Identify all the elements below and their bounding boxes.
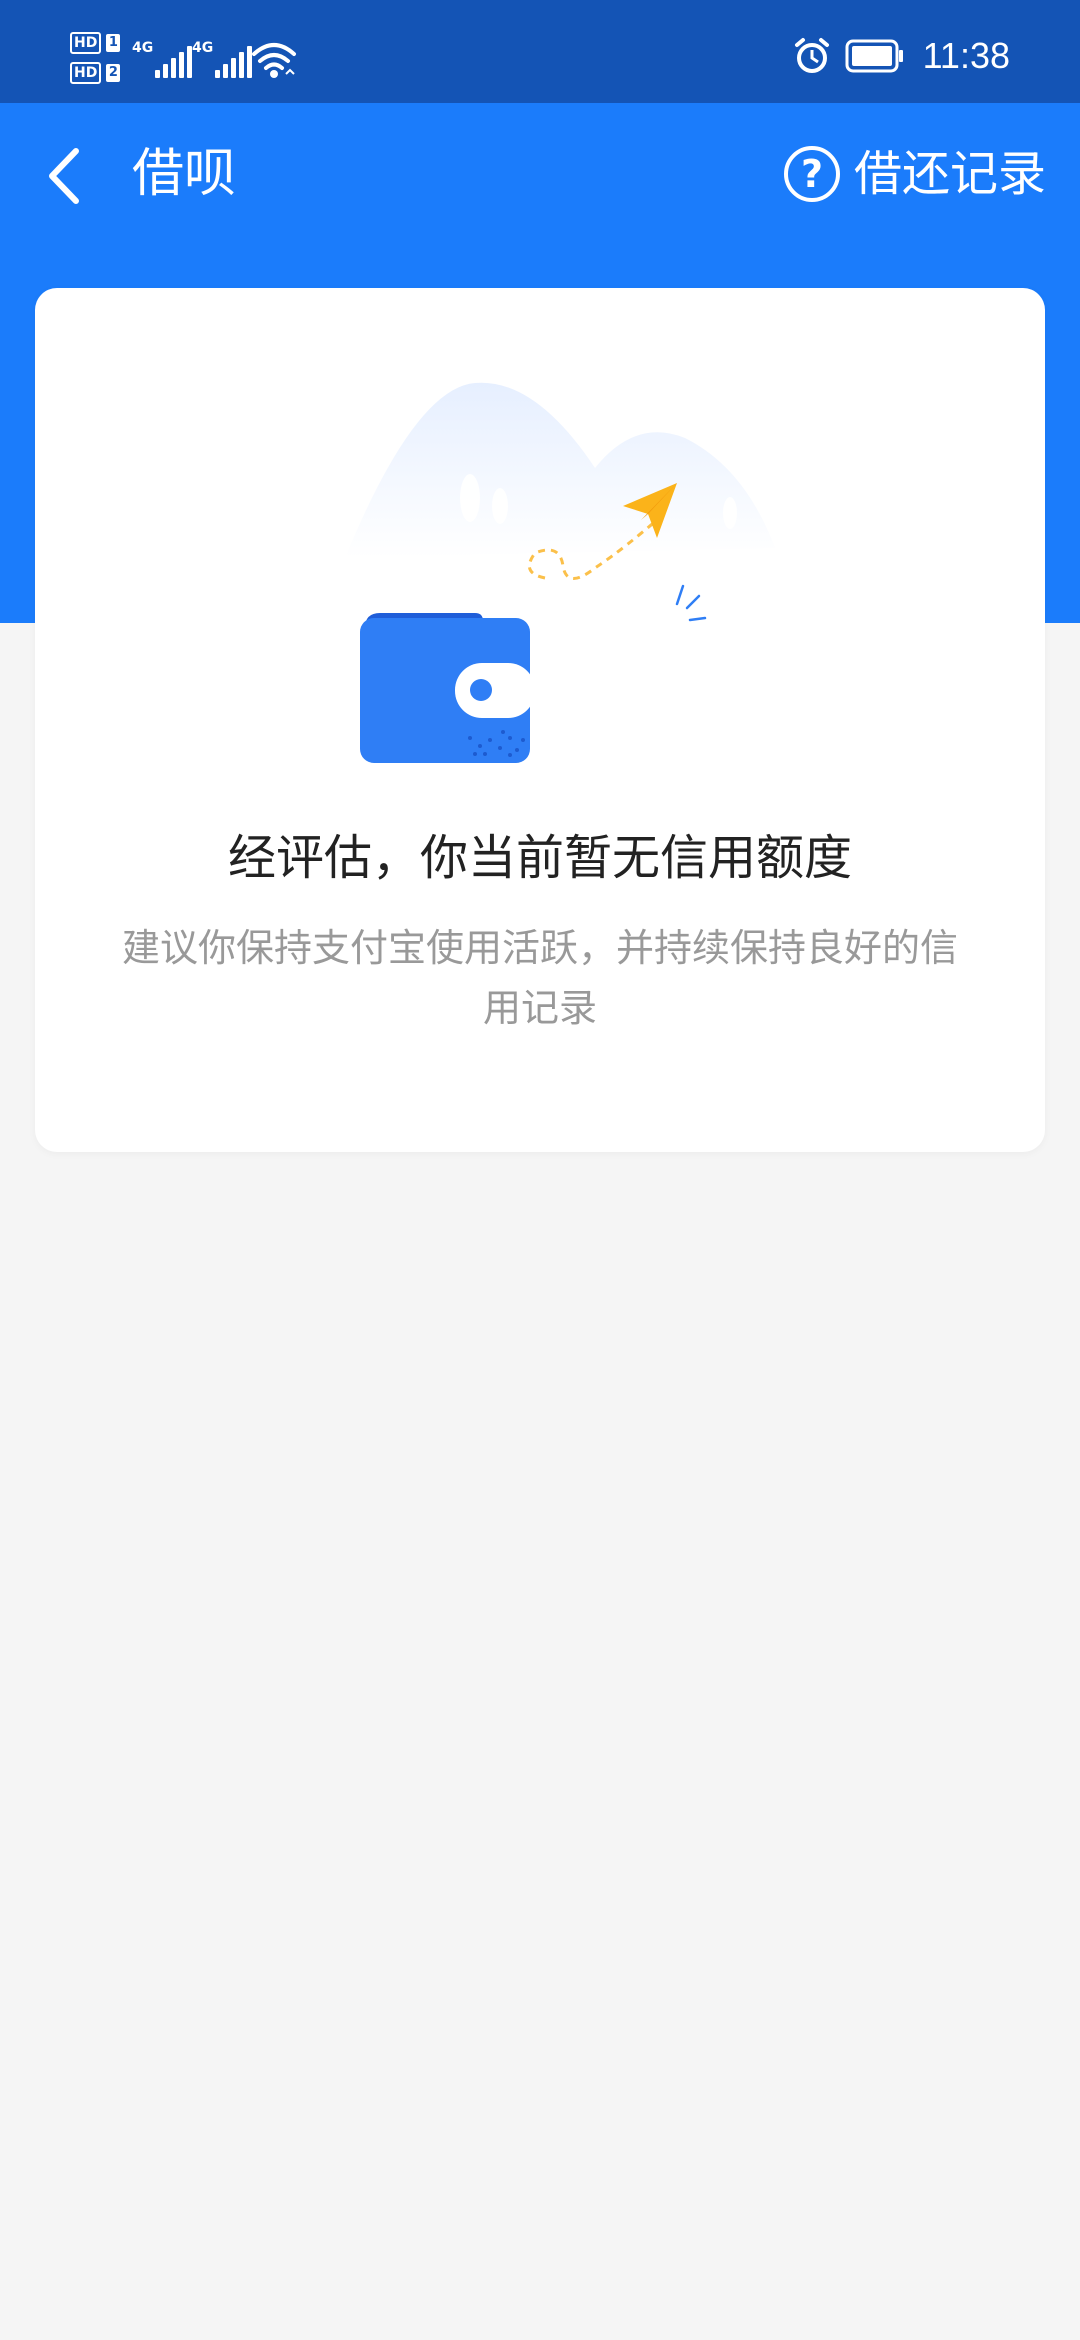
sim-slot: 2 (106, 64, 121, 82)
battery-icon (845, 39, 903, 73)
sim2-indicator: HD 2 (70, 58, 126, 88)
signal-icon (155, 46, 193, 78)
page-title: 借呗 (132, 144, 237, 204)
status-right: 11:38 (793, 35, 1010, 76)
signal-sim2: 4G (192, 40, 253, 78)
wallet-illustration (345, 382, 775, 763)
help-circle-icon: ? (783, 146, 840, 202)
signal-icon (215, 46, 253, 78)
loan-records-label: 借还记录 (853, 146, 1046, 202)
back-arrow-icon[interactable] (40, 141, 90, 211)
status-bar: HD 1 HD 2 4G 4G 11:38 (0, 0, 1080, 103)
loan-records-link[interactable]: ? 借还记录 (783, 139, 1046, 209)
network-type: 4G (132, 40, 154, 56)
alarm-icon (794, 38, 829, 73)
sim1-indicator: HD 1 (70, 28, 126, 58)
empty-state-card: 经评估，你当前暂无信用额度 建议你保持支付宝使用活跃，并持续保持良好的信用记录 (35, 288, 1045, 1152)
sim-slot: 1 (106, 34, 121, 52)
network-type: 4G (192, 40, 214, 56)
wifi-icon (252, 43, 296, 78)
empty-state-description: 建议你保持支付宝使用活跃，并持续保持良好的信用记录 (121, 926, 958, 1030)
empty-state-title: 经评估，你当前暂无信用额度 (227, 830, 852, 886)
hd-badge: HD (70, 62, 102, 84)
sim-indicators: HD 1 HD 2 (70, 28, 126, 88)
signal-sim1: 4G (132, 40, 193, 78)
status-time: 11:38 (922, 35, 1010, 76)
hd-badge: HD (70, 32, 102, 54)
